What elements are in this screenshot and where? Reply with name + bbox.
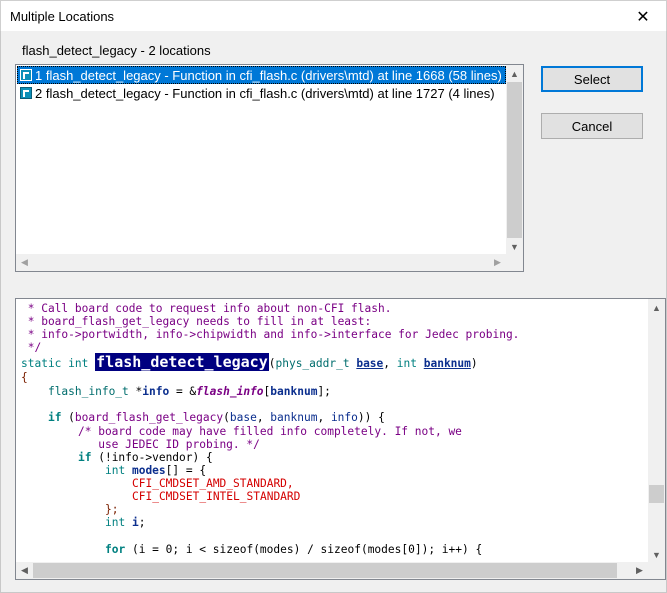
location-item[interactable]: 1 flash_detect_legacy - Function in cfi_… (17, 66, 506, 84)
highlighted-function-name: flash_detect_legacy (95, 353, 269, 371)
code-line: CFI_CMDSET_INTEL_STANDARD (132, 490, 301, 503)
function-icon (20, 87, 32, 99)
code-hscroll-thumb[interactable] (33, 563, 617, 578)
scroll-right-icon[interactable]: ▶ (631, 562, 648, 579)
scroll-down-icon[interactable]: ▼ (506, 238, 523, 255)
code-preview-content: * Call board code to request info about … (17, 300, 648, 562)
code-keyword: int (68, 357, 89, 370)
code-line: */ (21, 341, 42, 354)
location-item-label: 2 flash_detect_legacy - Function in cfi_… (35, 85, 495, 101)
code-line: CFI_CMDSET_AMD_STANDARD, (132, 477, 294, 490)
code-line: /* board code may have filled info compl… (78, 425, 462, 438)
function-icon (20, 69, 32, 81)
function-signature-line: static int flash_detect_legacy(phys_addr… (21, 353, 478, 371)
location-item[interactable]: 2 flash_detect_legacy - Function in cfi_… (17, 84, 506, 102)
code-line: if (!info->vendor) { (78, 451, 213, 464)
code-vertical-scrollbar[interactable]: ▲ ▼ (648, 299, 665, 563)
code-keyword: static (21, 357, 62, 370)
code-line: for (i = 0; i < sizeof(modes) / sizeof(m… (105, 543, 483, 556)
code-line: * Call board code to request info about … (21, 302, 392, 315)
cancel-button[interactable]: Cancel (541, 113, 643, 139)
select-button[interactable]: Select (541, 66, 643, 92)
code-line: * board_flash_get_legacy needs to fill i… (21, 315, 372, 328)
title-bar: Multiple Locations ✕ (0, 0, 667, 31)
list-vertical-scrollbar[interactable]: ▲ ▼ (506, 65, 523, 255)
code-line: if (board_flash_get_legacy(base, banknum… (47, 411, 385, 424)
scroll-right-icon[interactable]: ▶ (489, 254, 506, 271)
scrollbar-corner (506, 254, 523, 271)
scrollbar-corner (648, 562, 665, 579)
list-scroll-thumb[interactable] (507, 82, 522, 238)
scroll-left-icon[interactable]: ◀ (16, 254, 33, 271)
scroll-down-icon[interactable]: ▼ (648, 546, 665, 563)
close-icon[interactable]: ✕ (620, 1, 666, 32)
window-title: Multiple Locations (10, 9, 115, 24)
code-horizontal-scrollbar[interactable]: ◀ ▶ (16, 562, 648, 579)
code-line: * info->portwidth, info->chipwidth and i… (21, 328, 520, 341)
list-horizontal-scrollbar[interactable]: ◀ ▶ (16, 254, 506, 271)
code-line: int modes[] = { (105, 464, 207, 477)
scroll-up-icon[interactable]: ▲ (648, 299, 665, 316)
code-line: flash_info_t *info = &flash_info[banknum… (47, 385, 331, 398)
code-scroll-thumb[interactable] (649, 485, 664, 503)
code-line: }; (105, 503, 119, 516)
code-preview[interactable]: * Call board code to request info about … (15, 298, 666, 580)
locations-list-content: 1 flash_detect_legacy - Function in cfi_… (17, 66, 506, 254)
locations-list[interactable]: 1 flash_detect_legacy - Function in cfi_… (15, 64, 524, 272)
param-base: base (356, 357, 384, 370)
code-line: { (21, 371, 28, 384)
location-item-label: 1 flash_detect_legacy - Function in cfi_… (35, 67, 502, 83)
code-line: use JEDEC ID probing. */ (78, 438, 260, 451)
param-banknum: banknum (423, 357, 471, 370)
scroll-up-icon[interactable]: ▲ (506, 65, 523, 82)
scroll-left-icon[interactable]: ◀ (16, 562, 33, 579)
code-line: int i; (105, 516, 146, 529)
locations-heading: flash_detect_legacy - 2 locations (22, 43, 211, 58)
